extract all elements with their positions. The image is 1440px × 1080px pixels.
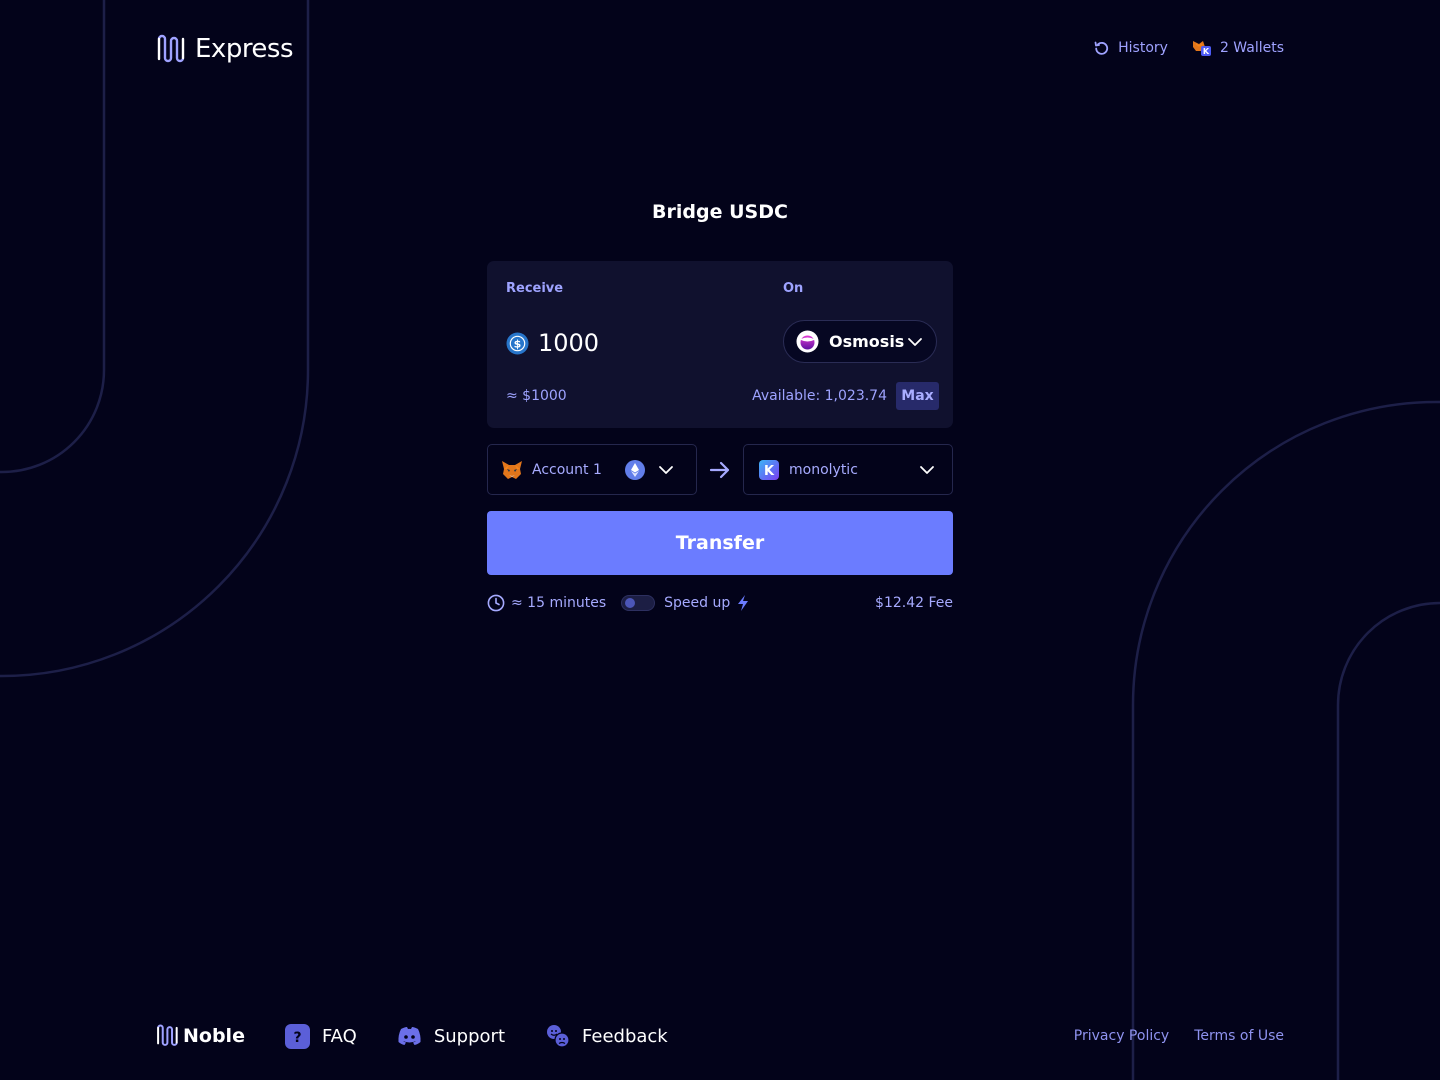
receive-label: Receive: [506, 281, 564, 296]
faq-label: FAQ: [321, 1025, 357, 1047]
metamask-fox-icon: [502, 460, 522, 479]
transfer-button[interactable]: Transfer: [487, 511, 953, 575]
source-account-name: Account 1: [532, 461, 602, 478]
wallets-icon: K: [1192, 41, 1211, 56]
arrow-right-icon: [709, 461, 730, 479]
estimated-time: ≈ 15 minutes: [511, 595, 607, 611]
keplr-icon: K: [759, 459, 779, 480]
lightning-icon: [738, 595, 749, 611]
destination-account-name: monolytic: [789, 461, 858, 478]
page-title: Bridge USDC: [652, 201, 788, 223]
footer-noble-logo[interactable]: Noble: [155, 1024, 245, 1048]
support-label: Support: [433, 1025, 505, 1047]
noble-logo-icon: [157, 34, 185, 62]
chain-select[interactable]: Osmosis: [783, 320, 937, 363]
destination-account-select[interactable]: K monolytic: [743, 444, 953, 495]
history-icon: [1094, 41, 1109, 55]
support-link[interactable]: Support: [397, 1026, 505, 1047]
toggle-knob: [625, 598, 636, 608]
chain-name: Osmosis: [829, 332, 905, 351]
osmosis-icon: [796, 330, 819, 353]
discord-icon: [398, 1027, 421, 1045]
feedback-link[interactable]: Feedback: [546, 1024, 668, 1048]
ethereum-icon: [625, 459, 645, 480]
express-logo[interactable]: Express: [155, 32, 294, 66]
noble-logo-icon: [157, 1024, 178, 1046]
clock-icon: [487, 594, 505, 612]
usd-value: ≈ $1000: [506, 388, 567, 404]
svg-text:K: K: [764, 464, 775, 479]
svg-text:K: K: [1203, 47, 1210, 56]
brand-name: Express: [195, 34, 294, 64]
source-account-select[interactable]: Account 1: [487, 444, 697, 495]
wallets-button[interactable]: K 2 Wallets: [1192, 39, 1284, 57]
wallets-label: 2 Wallets: [1219, 40, 1284, 56]
question-icon: ?: [284, 1023, 310, 1049]
receive-card: Receive On $ Osmosis ≈ $1000 Available: [487, 261, 953, 428]
privacy-policy-link[interactable]: Privacy Policy: [1074, 1028, 1169, 1044]
footer-brand: Noble: [183, 1025, 245, 1047]
feedback-label: Feedback: [582, 1025, 668, 1047]
history-label: History: [1118, 40, 1168, 56]
max-button[interactable]: Max: [896, 382, 939, 410]
history-link[interactable]: History: [1093, 40, 1168, 57]
on-label: On: [783, 281, 804, 296]
faq-link[interactable]: ? FAQ: [284, 1023, 357, 1049]
available-balance: Available: 1,023.74: [752, 388, 887, 404]
svg-text:?: ?: [293, 1030, 301, 1046]
chevron-down-icon: [659, 465, 673, 474]
transfer-info-row: ≈ 15 minutes Speed up $12.42 Fee: [487, 592, 953, 614]
transfer-fee: $12.42 Fee: [875, 595, 953, 611]
terms-of-use-link[interactable]: Terms of Use: [1194, 1028, 1284, 1044]
svg-text:$: $: [514, 337, 522, 350]
amount-input[interactable]: [538, 329, 738, 357]
speed-up-toggle[interactable]: [621, 595, 656, 611]
feedback-faces-icon: [547, 1025, 570, 1048]
chevron-down-icon: [920, 465, 934, 474]
usdc-icon: $: [506, 332, 529, 354]
chevron-down-icon: [908, 337, 922, 346]
speed-up-label: Speed up: [664, 595, 731, 611]
